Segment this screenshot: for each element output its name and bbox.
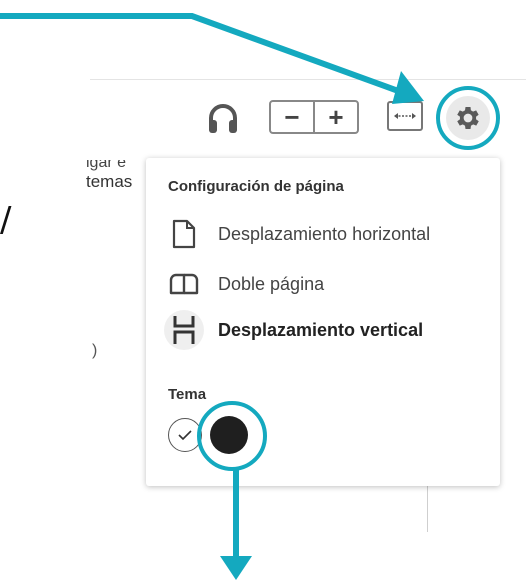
arrowhead-down bbox=[220, 556, 252, 580]
annotation-arrows bbox=[0, 13, 424, 580]
arrowhead-settings bbox=[392, 71, 424, 104]
arrow-to-settings bbox=[0, 13, 414, 99]
